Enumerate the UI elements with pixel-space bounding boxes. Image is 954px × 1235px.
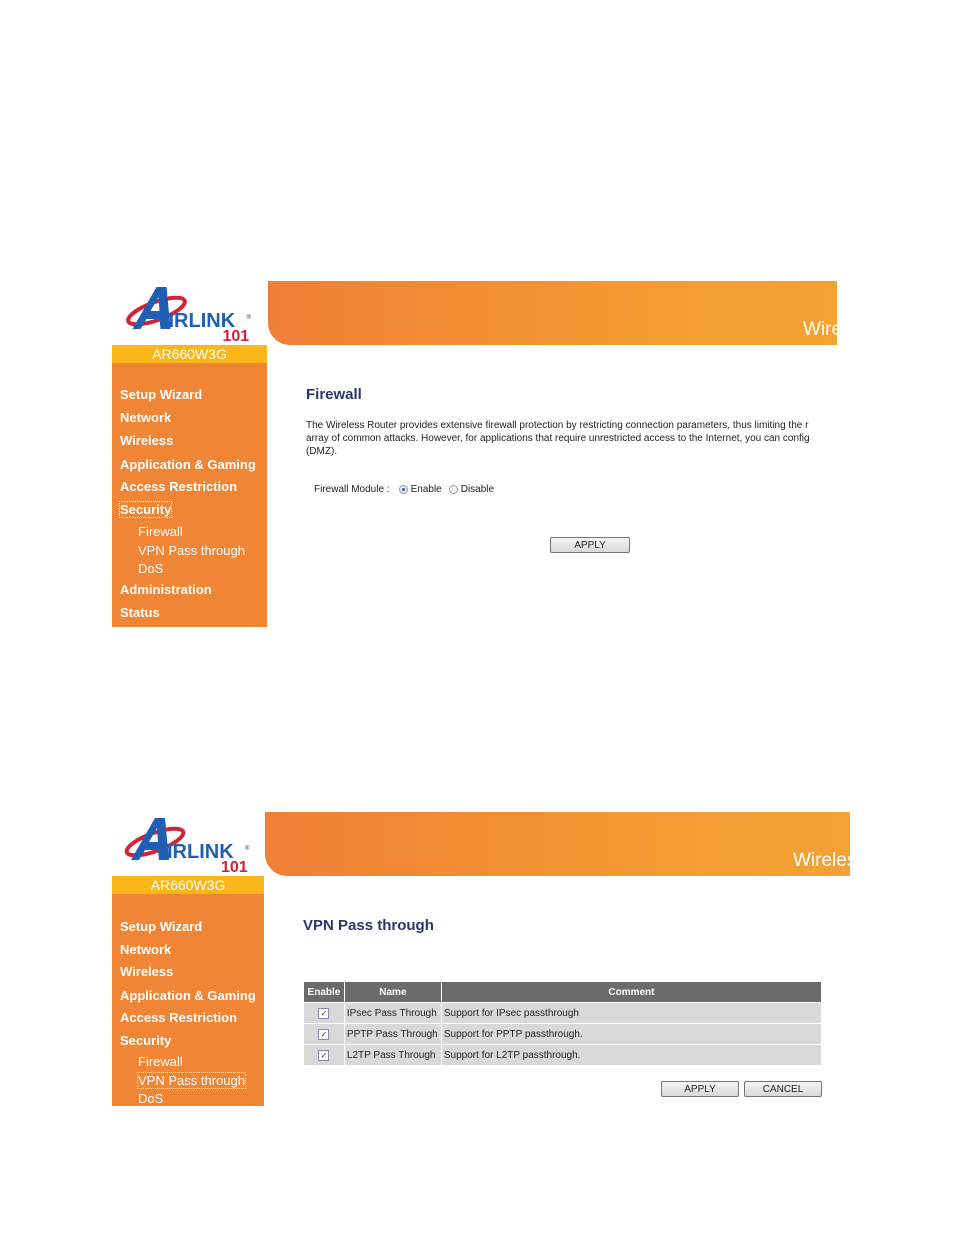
- comment-cell: Support for PPTP passthrough.: [441, 1023, 823, 1045]
- banner-title: Wireles: [793, 850, 850, 871]
- sidebar-item-setup-wizard[interactable]: Setup Wizard: [120, 919, 202, 934]
- sidebar-item-security[interactable]: Security: [118, 501, 173, 518]
- firewall-module-label: Firewall Module :: [314, 484, 390, 495]
- column-header: Comment: [441, 982, 823, 1003]
- enable-cell: ✓: [304, 1002, 345, 1024]
- enable-checkbox[interactable]: ✓: [318, 1028, 330, 1040]
- apply-button[interactable]: APPLY: [661, 1081, 739, 1097]
- svg-text:®: ®: [247, 314, 252, 321]
- sidebar-item-application-gaming[interactable]: Application & Gaming: [120, 457, 256, 472]
- banner-title: Wire: [803, 319, 837, 340]
- svg-text:®: ®: [245, 845, 250, 852]
- table-row: ✓ IPsec Pass Through Support for IPsec pas…: [304, 1002, 823, 1024]
- cancel-button[interactable]: CANCEL: [744, 1081, 822, 1097]
- sidebar-item-vpn-pass-through[interactable]: VPN Pass through: [138, 543, 245, 558]
- sidebar-item-dos[interactable]: DoS: [138, 561, 163, 576]
- document-page: IRLINK ® 101 AR660W3G Setup Wizard Network Wir…: [0, 0, 954, 1235]
- name-cell: IPsec Pass Through: [344, 1002, 442, 1024]
- sidebar-item-firewall[interactable]: Firewall: [138, 1054, 183, 1069]
- sidebar-item-network[interactable]: Network: [120, 410, 171, 425]
- sidebar-item-vpn-pass-through[interactable]: VPN Pass through: [137, 1072, 246, 1089]
- sidebar-item-firewall[interactable]: Firewall: [138, 524, 183, 539]
- sidebar-item-network[interactable]: Network: [120, 942, 171, 957]
- airlink-logo: IRLINK ® 101: [112, 281, 267, 345]
- sidebar-item-wireless[interactable]: Wireless: [120, 964, 173, 979]
- airlink-logo: IRLINK ® 101: [112, 812, 264, 876]
- sidebar: Setup Wizard Network Wireless Application &…: [112, 894, 264, 1106]
- svg-text:101: 101: [223, 328, 250, 345]
- table-row: ✓ PPTP Pass Through Support for PPTP passt…: [304, 1023, 823, 1045]
- enable-cell: ✓: [304, 1023, 345, 1045]
- header-banner: Wireles: [265, 812, 850, 876]
- column-header: Enable: [304, 982, 345, 1003]
- sidebar: Setup Wizard Network Wireless Application &…: [112, 363, 267, 627]
- comment-cell: Support for L2TP passthrough.: [441, 1044, 823, 1065]
- description-line: The Wireless Router provides extensive f…: [306, 420, 809, 431]
- firewall-module-row: Firewall Module : Enable Disable: [314, 484, 498, 495]
- sidebar-item-access-restriction[interactable]: Access Restriction: [120, 1010, 237, 1025]
- enable-checkbox[interactable]: ✓: [318, 1049, 330, 1061]
- svg-text:101: 101: [221, 859, 248, 876]
- radio-label: Disable: [460, 484, 495, 495]
- column-header: Name: [344, 982, 442, 1003]
- name-cell: PPTP Pass Through: [344, 1023, 442, 1045]
- radio-enable[interactable]: [398, 485, 408, 494]
- name-cell: L2TP Pass Through: [344, 1044, 442, 1065]
- sidebar-item-application-gaming[interactable]: Application & Gaming: [120, 988, 256, 1003]
- sidebar-item-setup-wizard[interactable]: Setup Wizard: [120, 387, 202, 402]
- router-screenshot-1: IRLINK ® 101 AR660W3G Setup Wizard Network Wir…: [112, 281, 852, 627]
- description-line: array of common attacks. However, for ap…: [306, 433, 810, 444]
- description-line: (DMZ).: [306, 446, 338, 457]
- page-title: VPN Pass through: [303, 917, 434, 934]
- radio-label: Enable: [410, 484, 442, 495]
- sidebar-item-access-restriction[interactable]: Access Restriction: [120, 479, 237, 494]
- sidebar-item-administration[interactable]: Administration: [120, 582, 212, 597]
- sidebar-item-wireless[interactable]: Wireless: [120, 433, 173, 448]
- sidebar-item-dos[interactable]: DoS: [138, 1091, 163, 1106]
- radio-disable[interactable]: [448, 485, 458, 494]
- table-header: Enable Name Comment: [304, 982, 823, 1003]
- page-title: Firewall: [306, 386, 362, 403]
- table-row: ✓ L2TP Pass Through Support for L2TP passt…: [304, 1044, 823, 1065]
- apply-button[interactable]: APPLY: [550, 537, 630, 553]
- header-banner: Wire: [268, 281, 837, 345]
- model-name: AR660W3G: [112, 345, 267, 363]
- router-screenshot-2: IRLINK ® 101 AR660W3G Setup Wizard Network Wir…: [112, 812, 852, 1142]
- sidebar-item-security[interactable]: Security: [120, 1033, 171, 1048]
- enable-cell: ✓: [304, 1044, 345, 1065]
- enable-checkbox[interactable]: ✓: [318, 1007, 330, 1019]
- vpn-table: Enable Name Comment ✓ IPsec Pass Through Supp…: [304, 982, 823, 1065]
- sidebar-item-status[interactable]: Status: [120, 605, 160, 620]
- comment-cell: Support for IPsec passthrough: [441, 1002, 823, 1024]
- model-name: AR660W3G: [112, 876, 264, 894]
